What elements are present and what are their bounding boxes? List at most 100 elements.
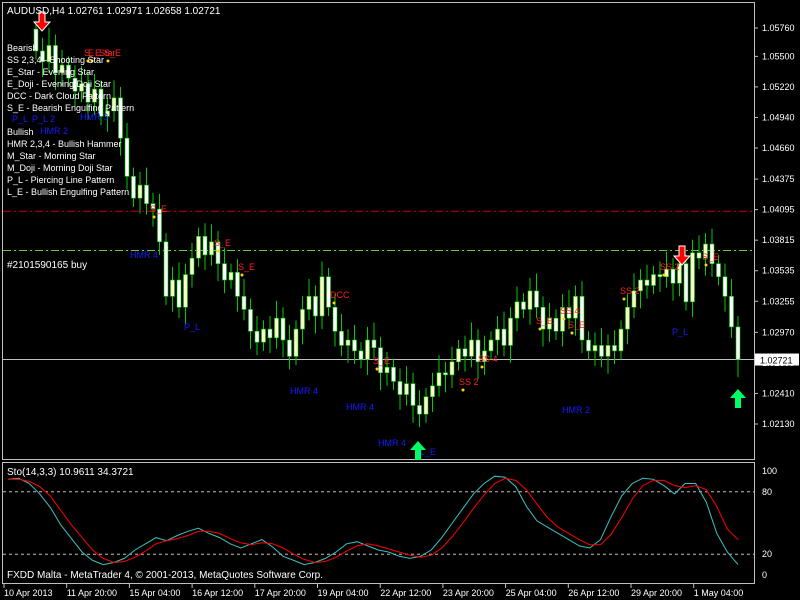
chart-window[interactable]: E_Star S_E S_E S_E S_E S_E DCC S_E SS 4 SS 2 S_E SS…	[0, 0, 800, 600]
bullish-legend-item: L_E - Bullish Engulfing Pattern	[7, 187, 129, 197]
candle	[397, 368, 403, 410]
stoch-y-tick-label: 20	[762, 549, 772, 559]
bearish-pattern-label: S_E	[373, 356, 390, 366]
bearish-legend-item: SS 2,3,4 - Shooting Star	[7, 55, 104, 65]
pattern-marker	[216, 249, 220, 253]
candle	[209, 224, 214, 266]
bearish-pattern-label: S_E	[104, 48, 121, 58]
pattern-marker	[375, 367, 379, 371]
candle	[280, 307, 286, 358]
y-tick-label: 1.04095	[762, 205, 795, 215]
bullish-legend-item: HMR 2,3,4 - Bullish Hammer	[7, 139, 122, 149]
candle	[176, 262, 182, 319]
bearish-pattern-label: SS 4	[560, 306, 580, 316]
y-tick-label: 1.04375	[762, 174, 795, 184]
candle	[612, 330, 617, 364]
candle	[592, 332, 598, 367]
bullish-pattern-label: P_L	[12, 114, 28, 124]
candle	[625, 294, 630, 345]
candle	[599, 328, 604, 368]
candle	[417, 390, 422, 428]
candle	[371, 322, 377, 359]
candle	[423, 388, 429, 423]
stoch-title: Sto(14,3,3) 10.9611 34.3721	[7, 467, 134, 478]
bearish-pattern-label: S_E	[536, 316, 553, 326]
pattern-marker	[240, 273, 244, 277]
candle	[248, 298, 253, 349]
x-tick-label: 11 Apr 20:00	[67, 588, 117, 598]
buy-signal-arrow	[730, 389, 746, 408]
candle	[430, 372, 435, 412]
candle	[124, 122, 130, 190]
candle	[495, 316, 500, 356]
candle	[514, 286, 520, 332]
candle	[287, 324, 292, 370]
bearish-pattern-label: S_E	[214, 238, 231, 248]
pattern-marker	[704, 263, 708, 267]
candle	[651, 265, 656, 295]
candle	[267, 316, 273, 354]
candle	[365, 326, 370, 375]
candle	[696, 235, 702, 270]
candle	[196, 227, 201, 267]
candle	[293, 320, 299, 366]
order-label: #2101590165 buy	[7, 260, 87, 271]
candle	[410, 372, 416, 423]
candle	[436, 355, 442, 397]
candle	[358, 342, 364, 369]
candle	[579, 281, 585, 354]
bullish-pattern-label: HMR 3	[80, 112, 108, 122]
candle	[443, 361, 448, 393]
candle	[553, 309, 559, 340]
bullish-pattern-label: HMR 2	[40, 126, 68, 136]
x-tick-label: 25 Apr 04:00	[506, 588, 557, 598]
price-chart[interactable]: E_StarS_ES_ES_ES_ES_EDCCS_E SS 4SS 2S_ESS…	[0, 0, 800, 600]
candle	[189, 242, 195, 288]
x-tick-label: 1 May 04:00	[694, 588, 744, 598]
bearish-legend-item: S_E - Bearish Engulfing Pattern	[7, 103, 134, 113]
footer-copyright: FXDD Malta - MetaTrader 4, © 2001-2013, …	[7, 570, 323, 581]
candle	[306, 278, 312, 321]
candle	[605, 334, 611, 374]
candle	[527, 277, 533, 325]
candle	[456, 340, 461, 371]
bearish-pattern-label: SS 4	[478, 354, 498, 364]
candle	[170, 266, 175, 312]
candle	[339, 313, 344, 357]
candle	[462, 335, 468, 372]
candle	[722, 263, 728, 312]
candle	[404, 366, 409, 406]
bearish-legend-item: E_Star - Evening Star	[7, 67, 94, 77]
bullish-pattern-label: P_L	[672, 327, 688, 337]
y-tick-label: 1.05760	[762, 23, 795, 33]
bearish-pattern-label: SS 2	[660, 262, 680, 272]
current-price-label: 1.02721	[760, 356, 793, 366]
bullish-pattern-label: HMR 4	[378, 438, 406, 448]
x-tick-label: 15 Apr 04:00	[129, 588, 180, 598]
bullish-pattern-label: HMR 4	[346, 402, 374, 412]
pattern-marker	[106, 59, 110, 63]
stoch-y-tick-label: 80	[762, 487, 772, 497]
candle	[352, 324, 357, 364]
bullish-pattern-label: HMR 2	[562, 405, 590, 415]
pattern-marker	[662, 273, 666, 277]
pattern-marker	[461, 388, 465, 392]
candle	[586, 331, 591, 360]
bullish-pattern-label: HMR 4	[130, 250, 158, 260]
x-tick-label: 23 Apr 20:00	[443, 588, 494, 598]
candle	[183, 263, 188, 325]
candle	[521, 293, 526, 319]
pattern-marker	[480, 365, 484, 369]
bearish-pattern-label: S_E	[238, 262, 255, 272]
pattern-marker	[570, 331, 574, 335]
x-tick-label: 22 Apr 12:00	[380, 588, 431, 598]
candle	[508, 307, 513, 363]
x-tick-label: 29 Apr 20:00	[631, 588, 682, 598]
y-tick-label: 1.02130	[762, 419, 795, 429]
bearish-legend-item: E_Doji - Evening Doji Star	[7, 79, 111, 89]
x-tick-label: 26 Apr 12:00	[568, 588, 619, 598]
candle	[202, 223, 208, 271]
candle	[391, 358, 396, 391]
pattern-marker	[332, 301, 336, 305]
y-tick-label: 1.04940	[762, 112, 795, 122]
